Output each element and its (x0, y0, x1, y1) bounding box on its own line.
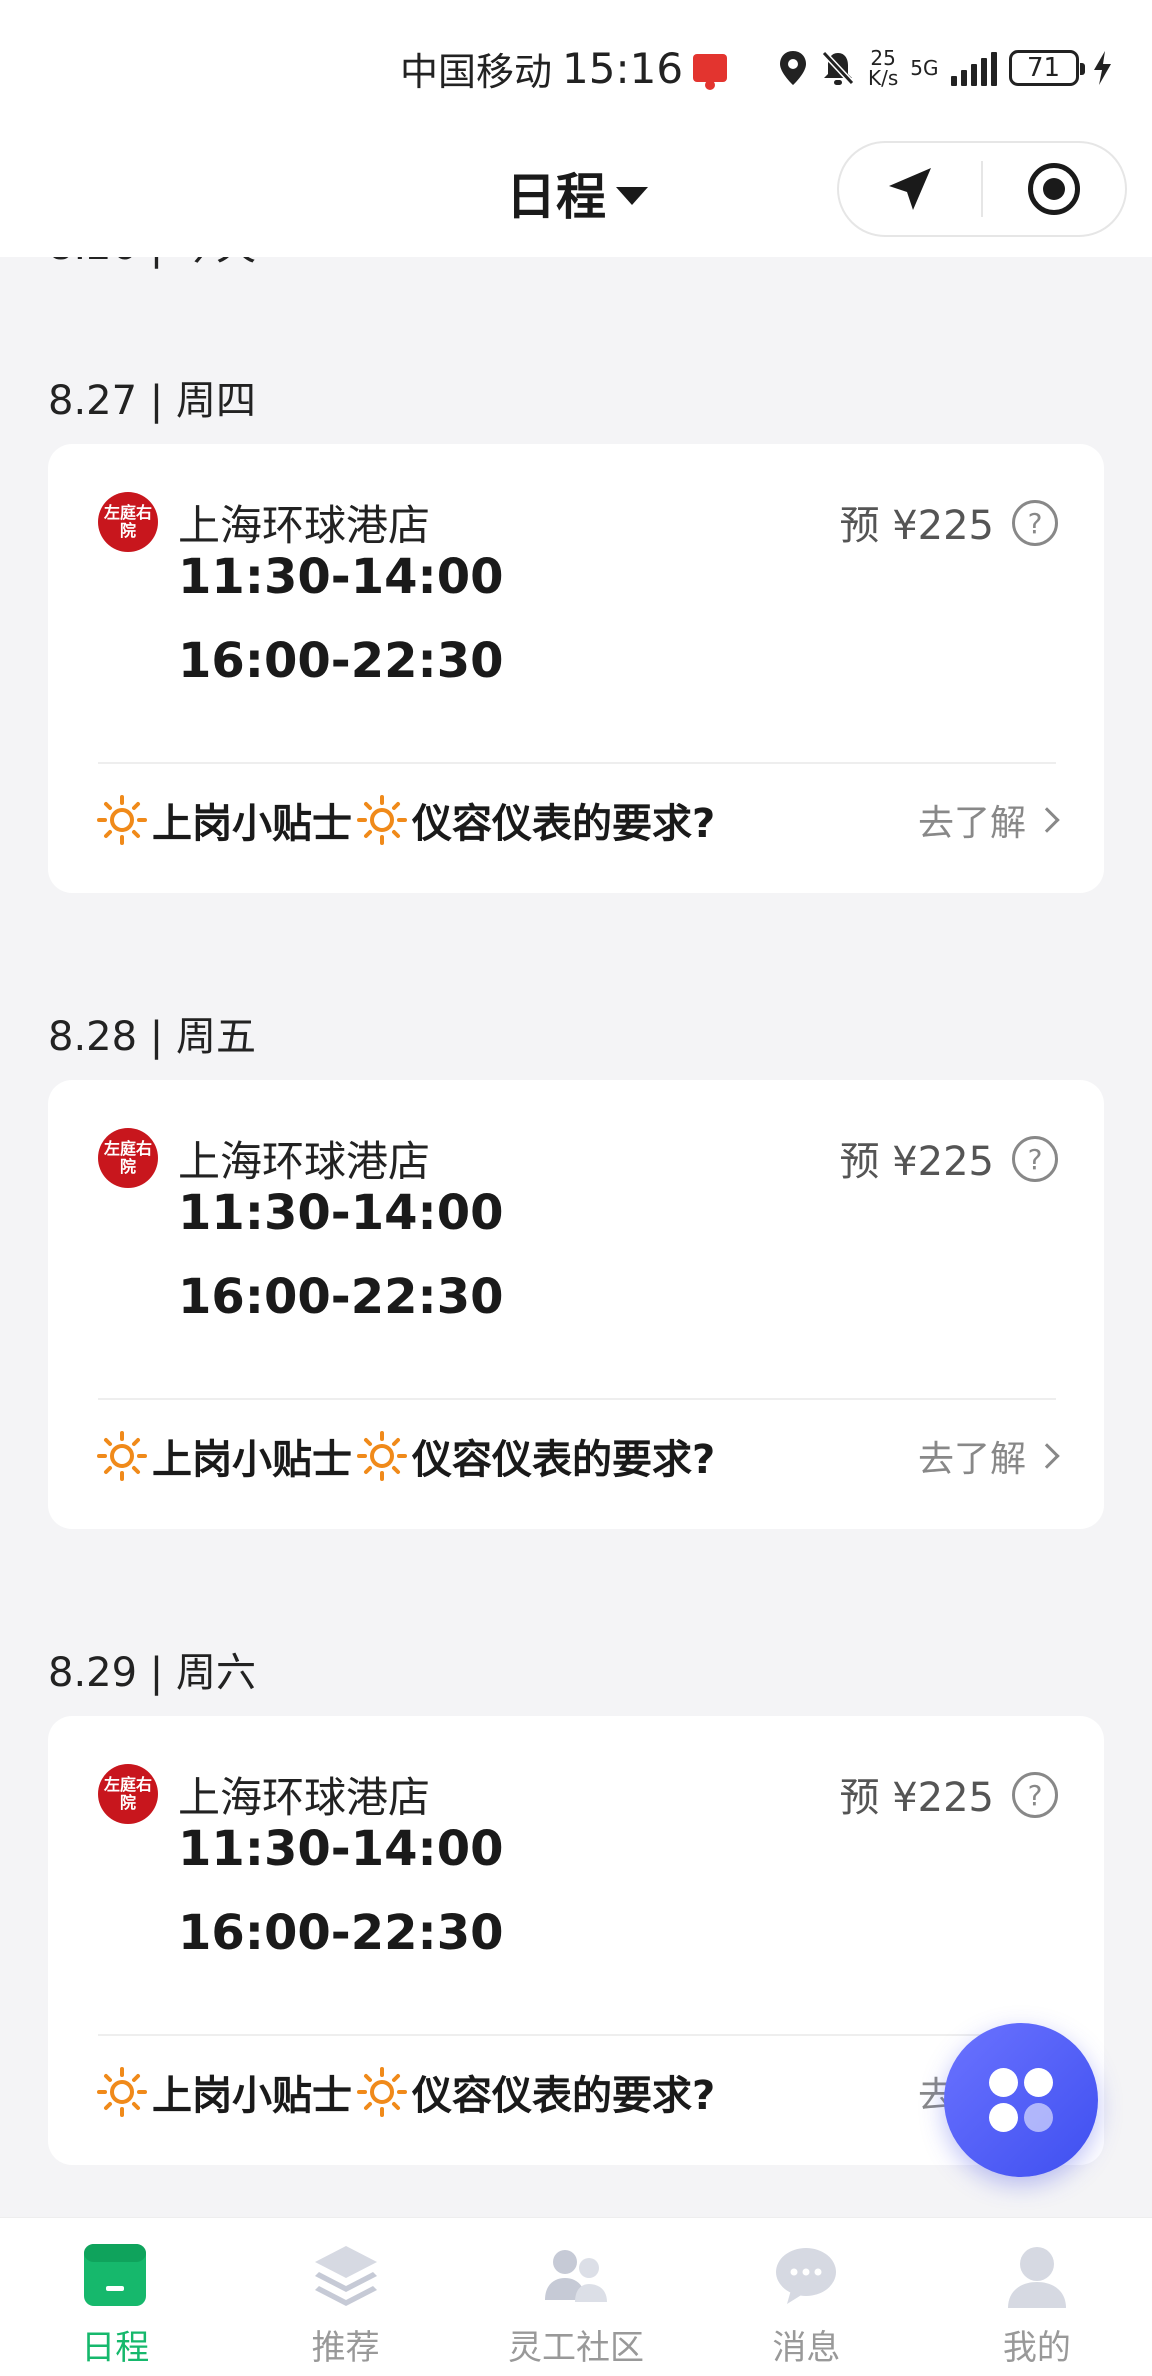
time-slot: 16:00-22:30 (178, 1905, 504, 1961)
tip-question: 仪容仪表的要求? (412, 2073, 716, 2119)
estimated-pay: 预 ¥225 (839, 503, 994, 549)
learn-more-link[interactable]: 去了解 (917, 1430, 1060, 1482)
schedule-icon (84, 2244, 147, 2306)
carrier-name: 中国移动 (400, 49, 553, 94)
navigation-arrow-icon (889, 168, 931, 210)
net-speed-unit: K/s (868, 66, 899, 90)
tab-label: 日程 (81, 2328, 150, 2368)
sun-icon (96, 2066, 148, 2118)
status-bar: 中国移动 15:16 25 K/s 5G 71 (0, 0, 1152, 135)
notification-badge-icon (693, 54, 728, 90)
tab-messages[interactable]: 消息 (691, 2218, 921, 2376)
estimated-pay: 预 ¥225 (839, 1139, 994, 1185)
page-title: 日程 (506, 168, 606, 226)
date-label: 8.27 | 周四 (48, 378, 256, 424)
tab-community[interactable]: 灵工社区 (461, 2218, 691, 2376)
tab-label: 我的 (1002, 2328, 1071, 2368)
tip-label: 上岗小贴士 (152, 801, 352, 847)
store-logo: 左庭右院 (98, 1128, 158, 1188)
tip-row[interactable]: 上岗小贴士 仪容仪表的要求? 去了解 (96, 1416, 1060, 1496)
network-type: 5G (910, 58, 938, 78)
card-divider (98, 762, 1056, 764)
help-icon[interactable]: ? (1012, 500, 1058, 546)
mini-program-capsule (837, 141, 1127, 237)
header: 日程 (0, 135, 1152, 257)
sun-icon (96, 1430, 148, 1482)
store-logo: 左庭右院 (98, 492, 158, 552)
date-label: 8.29 | 周六 (48, 1650, 256, 1696)
status-right: 25 K/s 5G 71 (778, 40, 1113, 96)
card-divider (98, 1398, 1056, 1400)
estimated-pay: 预 ¥225 (839, 1775, 994, 1821)
help-icon[interactable]: ? (1012, 1772, 1058, 1818)
tip-label: 上岗小贴士 (152, 2073, 352, 2119)
caret-down-icon (616, 187, 648, 205)
time-slot: 11:30-14:00 (178, 549, 504, 605)
tip-row[interactable]: 上岗小贴士 仪容仪表的要求? 去了解 (96, 780, 1060, 860)
tip-row[interactable]: 上岗小贴士 仪容仪表的要求? 去了解 (96, 2052, 1060, 2132)
sun-icon (356, 1430, 408, 1482)
tip-question: 仪容仪表的要求? (412, 801, 716, 847)
sun-icon (356, 794, 408, 846)
shift-card[interactable]: 左庭右院 上海环球港店 预 ¥225 ? 11:30-14:00 16:00-2… (48, 1080, 1104, 1529)
time-slot: 11:30-14:00 (178, 1185, 504, 1241)
net-speed: 25 K/s (868, 48, 898, 88)
help-icon[interactable]: ? (1012, 1136, 1058, 1182)
date-label: 8.26 | 今天 (48, 257, 256, 271)
time-slot: 11:30-14:00 (178, 1821, 504, 1877)
battery-level: 71 (1026, 53, 1061, 83)
location-button[interactable] (839, 143, 981, 235)
learn-more-label: 去了解 (917, 1439, 1026, 1480)
charging-bolt-icon (1093, 51, 1111, 85)
tab-label: 消息 (772, 2328, 841, 2368)
sun-icon (96, 794, 148, 846)
schedule-switcher[interactable]: 日程 (506, 153, 648, 233)
chevron-right-icon (1034, 1443, 1060, 1469)
apps-grid-icon (989, 2068, 1053, 2132)
chevron-right-icon (1034, 807, 1060, 833)
tab-profile[interactable]: 我的 (922, 2218, 1152, 2376)
target-icon (1028, 163, 1080, 215)
store-logo: 左庭右院 (98, 1764, 158, 1824)
community-icon (545, 2250, 608, 2302)
shift-card[interactable]: 左庭右院 上海环球港店 预 ¥225 ? 11:30-14:00 16:00-2… (48, 444, 1104, 893)
tab-schedule[interactable]: 日程 (0, 2218, 230, 2376)
tip-question: 仪容仪表的要求? (412, 1437, 716, 1483)
bell-muted-icon (821, 50, 855, 86)
learn-more-link[interactable]: 去了解 (917, 794, 1060, 846)
profile-icon (1007, 2247, 1066, 2308)
net-speed-value: 25 (870, 46, 896, 70)
status-left: 中国移动 15:16 (400, 40, 728, 96)
tab-bar: 日程 推荐 灵工社区 消息 我的 (0, 2217, 1152, 2376)
message-icon (776, 2248, 837, 2304)
status-time: 15:16 (562, 43, 684, 93)
battery-icon: 71 (1008, 50, 1085, 86)
signal-strength-icon (950, 50, 997, 86)
tab-label: 灵工社区 (508, 2328, 645, 2368)
learn-more-label: 去了解 (917, 803, 1026, 844)
date-label: 8.28 | 周五 (48, 1014, 256, 1060)
time-slot: 16:00-22:30 (178, 633, 504, 689)
schedule-list[interactable]: 8.26 | 今天 8.27 | 周四 左庭右院 上海环球港店 预 ¥225 ?… (0, 257, 1152, 2217)
sun-icon (356, 2066, 408, 2118)
card-divider (98, 2034, 1056, 2036)
network-type-label: 5G (910, 56, 939, 80)
tip-label: 上岗小贴士 (152, 1437, 352, 1483)
tab-label: 推荐 (311, 2328, 380, 2368)
tab-recommend[interactable]: 推荐 (230, 2218, 460, 2376)
floating-menu-button[interactable] (944, 2023, 1098, 2177)
layers-icon (314, 2246, 377, 2306)
location-pin-icon (780, 51, 806, 85)
time-slot: 16:00-22:30 (178, 1269, 504, 1325)
close-mini-program-button[interactable] (983, 143, 1125, 235)
